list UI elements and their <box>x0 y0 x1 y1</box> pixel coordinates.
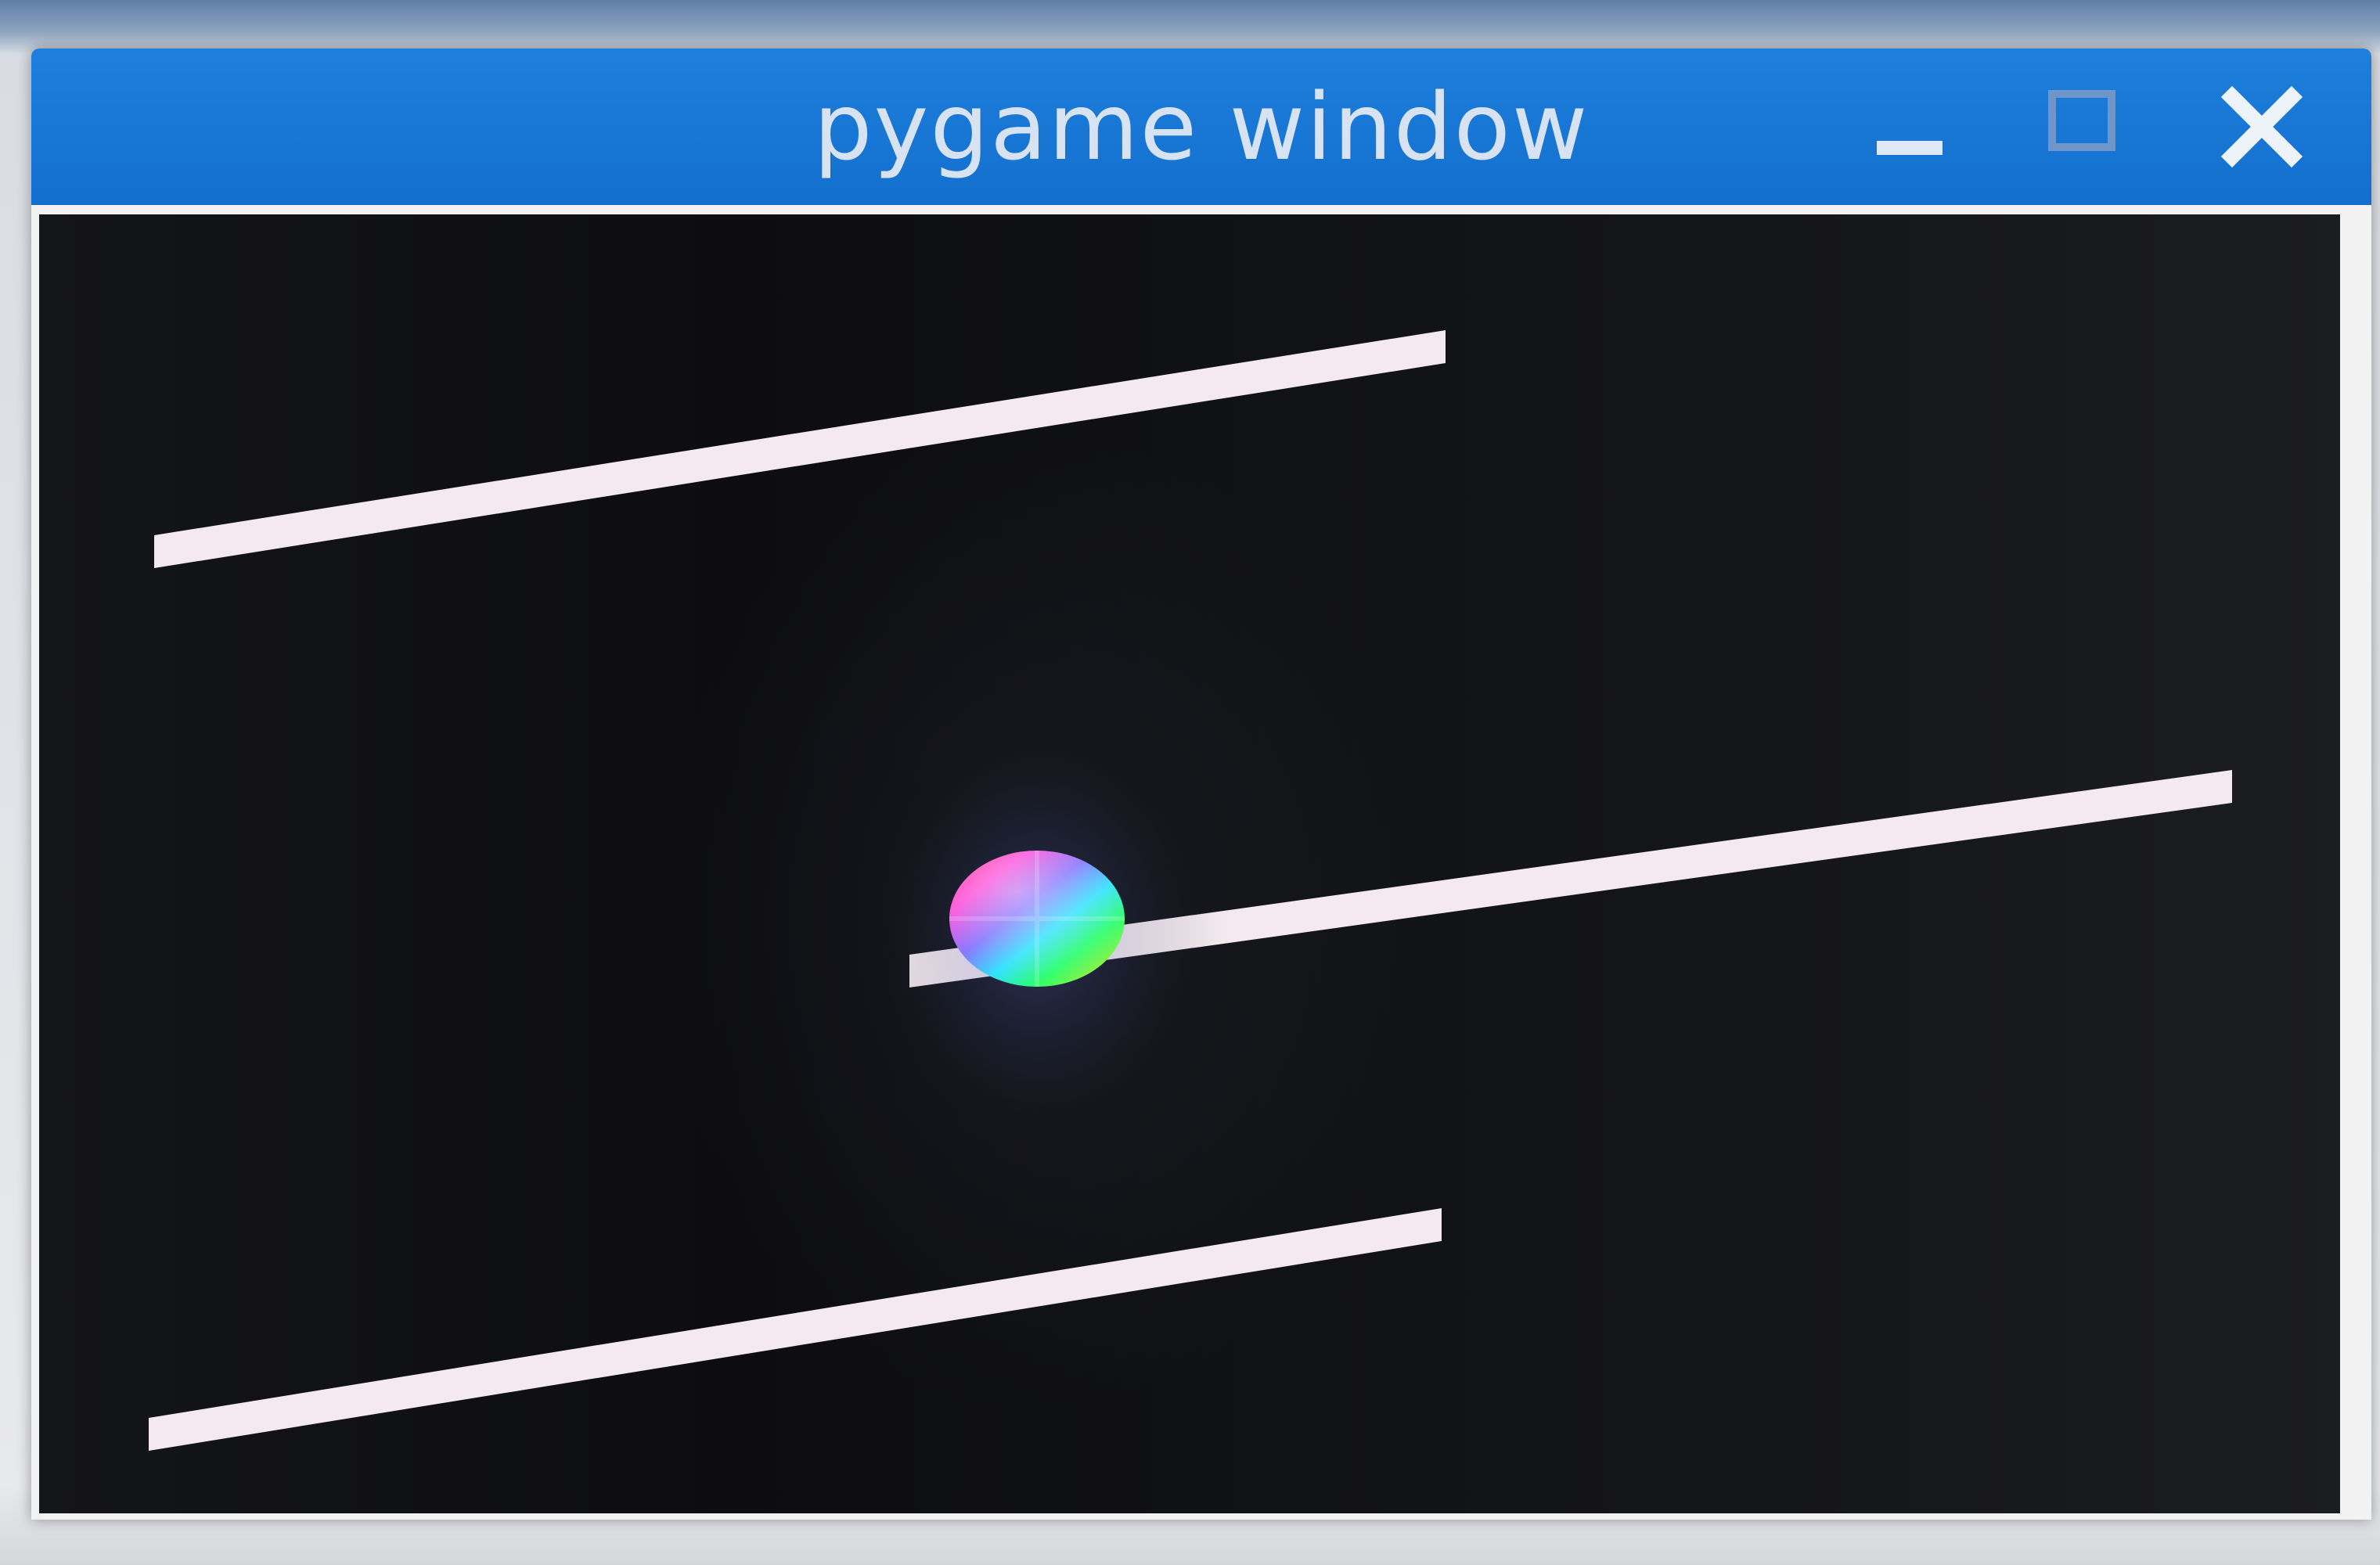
minimize-icon <box>1877 141 1943 155</box>
minimize-button[interactable] <box>1863 80 1957 174</box>
pygame-window: pygame window <box>31 49 2371 1520</box>
game-canvas[interactable] <box>39 214 2340 1513</box>
close-button[interactable] <box>2215 80 2309 174</box>
game-scene <box>149 330 2232 1451</box>
close-icon <box>2220 85 2303 168</box>
window-title: pygame window <box>813 73 1590 181</box>
platform-top <box>154 330 1446 568</box>
window-titlebar[interactable]: pygame window <box>31 49 2371 205</box>
maximize-icon <box>2048 90 2115 151</box>
platform-bottom <box>149 1208 1442 1451</box>
rainbow-ball <box>949 851 1125 987</box>
maximize-button[interactable] <box>2035 80 2129 174</box>
